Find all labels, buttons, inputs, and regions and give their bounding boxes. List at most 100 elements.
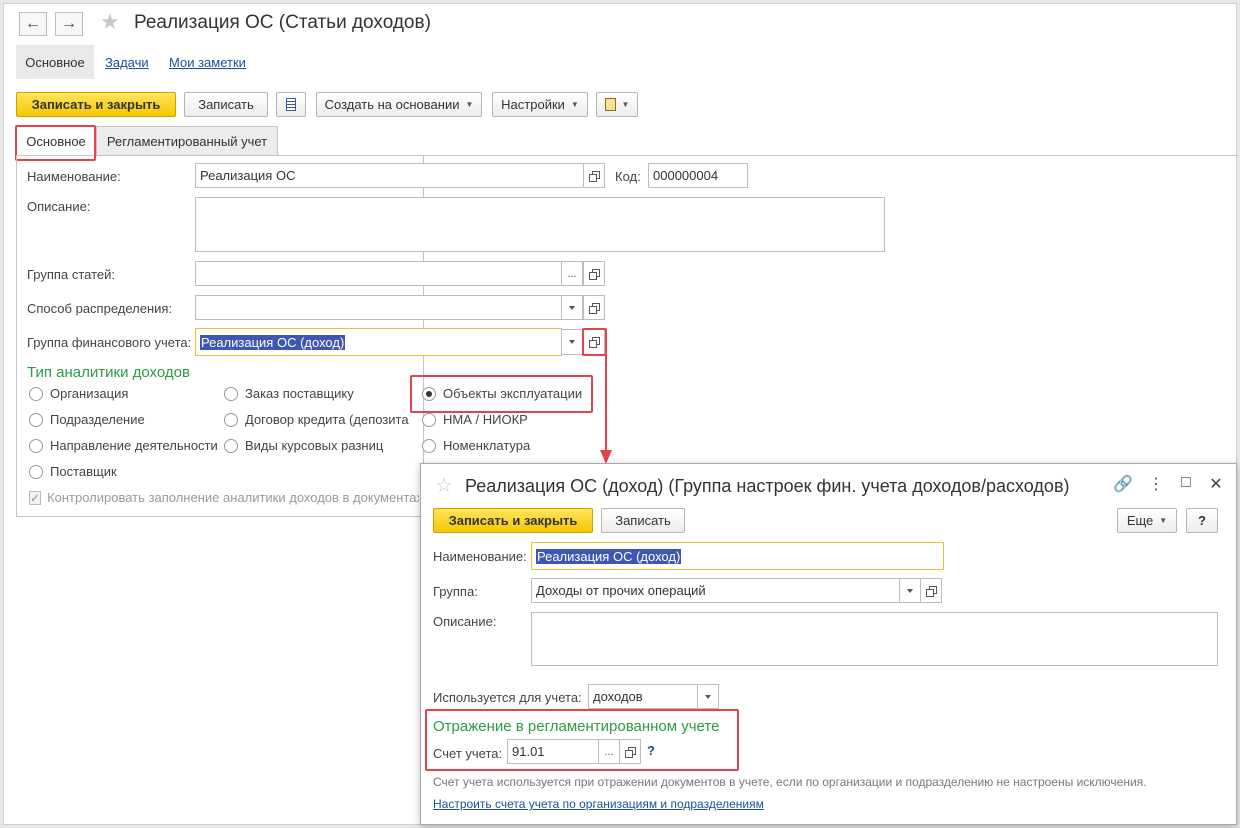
open-icon — [589, 337, 600, 348]
fin-group-field[interactable]: Реализация ОС (доход) — [195, 328, 562, 356]
distribution-field[interactable] — [195, 295, 562, 320]
more-vertical-icon[interactable]: ⋮ — [1146, 474, 1166, 494]
radio-exchange-differences[interactable]: Виды курсовых разниц — [224, 438, 383, 453]
radio-operation-objects[interactable]: Объекты эксплуатации — [422, 386, 582, 401]
popup-configure-link[interactable]: Настроить счета учета по организациям и … — [433, 797, 764, 811]
article-group-label: Группа статей: — [27, 267, 115, 282]
description-field[interactable] — [195, 197, 885, 252]
popup-save-and-close-button[interactable]: Записать и закрыть — [433, 508, 593, 533]
article-group-open-button[interactable] — [583, 261, 605, 286]
radio-label: Организация — [50, 386, 129, 401]
popup-group-value: Доходы от прочих операций — [536, 583, 706, 598]
popup-more-button[interactable]: Еще ▼ — [1117, 508, 1177, 533]
radio-label: Номенклатура — [443, 438, 531, 453]
arrow-left-icon: ← — [25, 15, 41, 32]
radio-supplier[interactable]: Поставщик — [29, 464, 117, 479]
popup-used-for-dropdown-button[interactable] — [697, 684, 719, 709]
popup-hint-text: Счет учета используется при отражении до… — [433, 775, 1147, 789]
link-icon[interactable]: 🔗 — [1113, 474, 1133, 494]
popup-account-help[interactable]: ? — [647, 743, 655, 758]
radio-circle — [29, 412, 43, 427]
popup-help-button[interactable]: ? — [1186, 508, 1218, 533]
radio-circle — [224, 386, 238, 401]
popup-group-dropdown-button[interactable] — [899, 578, 921, 603]
name-field[interactable]: Реализация ОС — [195, 163, 584, 188]
popup-description-label: Описание: — [433, 614, 497, 629]
name-value: Реализация ОС — [200, 168, 296, 183]
name-open-button[interactable] — [583, 163, 605, 188]
radio-circle — [422, 412, 436, 427]
distribution-dropdown-button[interactable] — [561, 295, 583, 320]
popup-description-field[interactable] — [531, 612, 1218, 666]
back-button[interactable]: ← — [19, 12, 47, 36]
attachments-button[interactable]: ▼ — [596, 92, 638, 117]
radio-department[interactable]: Подразделение — [29, 412, 145, 427]
chevron-down-icon: ▼ — [570, 100, 579, 109]
radio-intangible-assets[interactable]: НМА / НИОКР — [422, 412, 528, 427]
description-label: Описание: — [27, 199, 91, 214]
control-analytics-checkbox[interactable]: ✓ Контролировать заполнение аналитики до… — [29, 490, 419, 505]
popup-title: Реализация ОС (доход) (Группа настроек ф… — [465, 476, 1070, 496]
favorite-star-icon[interactable]: ★ — [100, 11, 120, 33]
nav-tab-notes[interactable]: Мои заметки — [169, 55, 246, 70]
save-and-close-button[interactable]: Записать и закрыть — [16, 92, 176, 117]
arrow-right-icon: → — [61, 15, 77, 32]
popup-group-field[interactable]: Доходы от прочих операций — [531, 578, 900, 603]
radio-organization[interactable]: Организация — [29, 386, 128, 401]
settings-button[interactable]: Настройки ▼ — [492, 92, 588, 117]
settings-label: Настройки — [501, 97, 565, 112]
fin-group-open-button[interactable] — [583, 329, 605, 355]
open-icon — [589, 302, 600, 314]
radio-label: Договор кредита (депозита — [245, 412, 409, 427]
radio-nomenclature[interactable]: Номенклатура — [422, 438, 530, 453]
close-icon[interactable]: ✕ — [1206, 474, 1226, 494]
clip-document-icon — [604, 98, 616, 111]
radio-circle — [422, 438, 436, 453]
radio-label: Виды курсовых разниц — [245, 438, 384, 453]
control-analytics-label: Контролировать заполнение аналитики дохо… — [47, 490, 419, 505]
tab-regulated-accounting[interactable]: Регламентированный учет — [96, 126, 278, 155]
nav-tab-tasks[interactable]: Задачи — [105, 55, 149, 70]
chevron-down-icon: ▼ — [1159, 516, 1168, 525]
popup-group-label: Группа: — [433, 584, 478, 599]
create-based-on-label: Создать на основании — [324, 97, 460, 112]
popup-used-for-value: доходов — [593, 689, 643, 704]
popup-account-field[interactable]: 91.01 — [507, 739, 599, 764]
radio-activity-direction[interactable]: Направление деятельности — [29, 438, 218, 453]
favorite-star-icon[interactable]: ☆ — [435, 476, 453, 496]
radio-circle — [29, 386, 43, 401]
analytics-section-title: Тип аналитики доходов — [27, 364, 190, 381]
report-button[interactable] — [276, 92, 306, 117]
popup-name-field[interactable]: Реализация ОС (доход) — [531, 542, 944, 570]
page-title: Реализация ОС (Статьи доходов) — [134, 12, 431, 33]
radio-circle — [29, 438, 43, 453]
maximize-icon[interactable]: □ — [1176, 474, 1196, 492]
tab-main[interactable]: Основное — [16, 126, 96, 155]
code-field[interactable]: 000000004 — [648, 163, 748, 188]
radio-supplier-order[interactable]: Заказ поставщику — [224, 386, 354, 401]
popup-used-for-field[interactable]: доходов — [588, 684, 698, 709]
radio-circle — [224, 438, 238, 453]
distribution-label: Способ распределения: — [27, 301, 173, 316]
chevron-down-icon: ▼ — [465, 100, 474, 109]
article-group-select-button[interactable]: ... — [561, 261, 583, 286]
nav-tab-main[interactable]: Основное — [16, 45, 94, 79]
radio-label: Подразделение — [50, 412, 145, 427]
nav-tab-main-label: Основное — [25, 54, 85, 70]
article-group-field[interactable] — [195, 261, 562, 286]
popup-save-button[interactable]: Записать — [601, 508, 685, 533]
distribution-open-button[interactable] — [583, 295, 605, 320]
radio-credit-contract[interactable]: Договор кредита (депозита — [224, 412, 409, 427]
chevron-down-icon — [907, 588, 913, 593]
popup-group-open-button[interactable] — [920, 578, 942, 603]
chevron-down-icon — [705, 694, 711, 699]
fin-group-label: Группа финансового учета: — [27, 335, 192, 350]
fin-group-dropdown-button[interactable] — [561, 329, 583, 355]
forward-button[interactable]: → — [55, 12, 83, 36]
create-based-on-button[interactable]: Создать на основании ▼ — [316, 92, 482, 117]
radio-label: Заказ поставщику — [245, 386, 354, 401]
chevron-down-icon: ▼ — [621, 100, 630, 109]
popup-account-select-button[interactable]: ... — [598, 739, 620, 764]
save-button[interactable]: Записать — [184, 92, 268, 117]
popup-account-open-button[interactable] — [619, 739, 641, 764]
